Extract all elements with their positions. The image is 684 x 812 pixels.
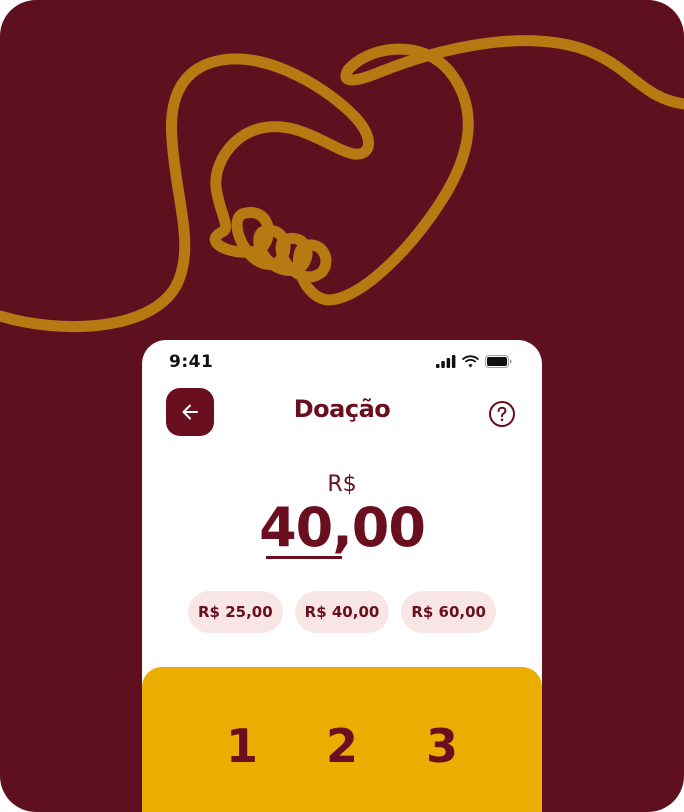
- status-bar: 9:41: [142, 340, 542, 384]
- page-title: Doação: [293, 395, 391, 423]
- keypad-key-1[interactable]: 1: [212, 719, 272, 773]
- amount-cursor-underline: [266, 556, 342, 559]
- app-card: 9:41 Doação R$ 40,00 R$ 25,00 R$ 40,00 R…: [0, 0, 684, 812]
- keypad-key-2[interactable]: 2: [312, 719, 372, 773]
- quick-amount-chip[interactable]: R$ 25,00: [188, 591, 283, 633]
- signal-icon: [436, 355, 456, 368]
- keypad-key-3[interactable]: 3: [412, 719, 472, 773]
- hands-heart-line-art: [0, 35, 684, 332]
- status-time: 9:41: [169, 352, 214, 372]
- wifi-icon: [462, 355, 479, 368]
- phone-screen: 9:41 Doação R$ 40,00 R$ 25,00 R$ 40,00 R…: [142, 340, 542, 812]
- quick-amount-chips: R$ 25,00 R$ 40,00 R$ 60,00: [188, 591, 496, 633]
- donation-amount[interactable]: 40,00: [142, 496, 542, 559]
- numeric-keypad: 1 2 3: [142, 667, 542, 812]
- quick-amount-chip[interactable]: R$ 40,00: [294, 591, 390, 633]
- currency-label: R$: [327, 472, 357, 497]
- quick-amount-chip[interactable]: R$ 60,00: [401, 591, 496, 633]
- battery-icon: [485, 355, 512, 368]
- question-circle-icon[interactable]: [488, 400, 516, 428]
- status-icons: [436, 355, 512, 368]
